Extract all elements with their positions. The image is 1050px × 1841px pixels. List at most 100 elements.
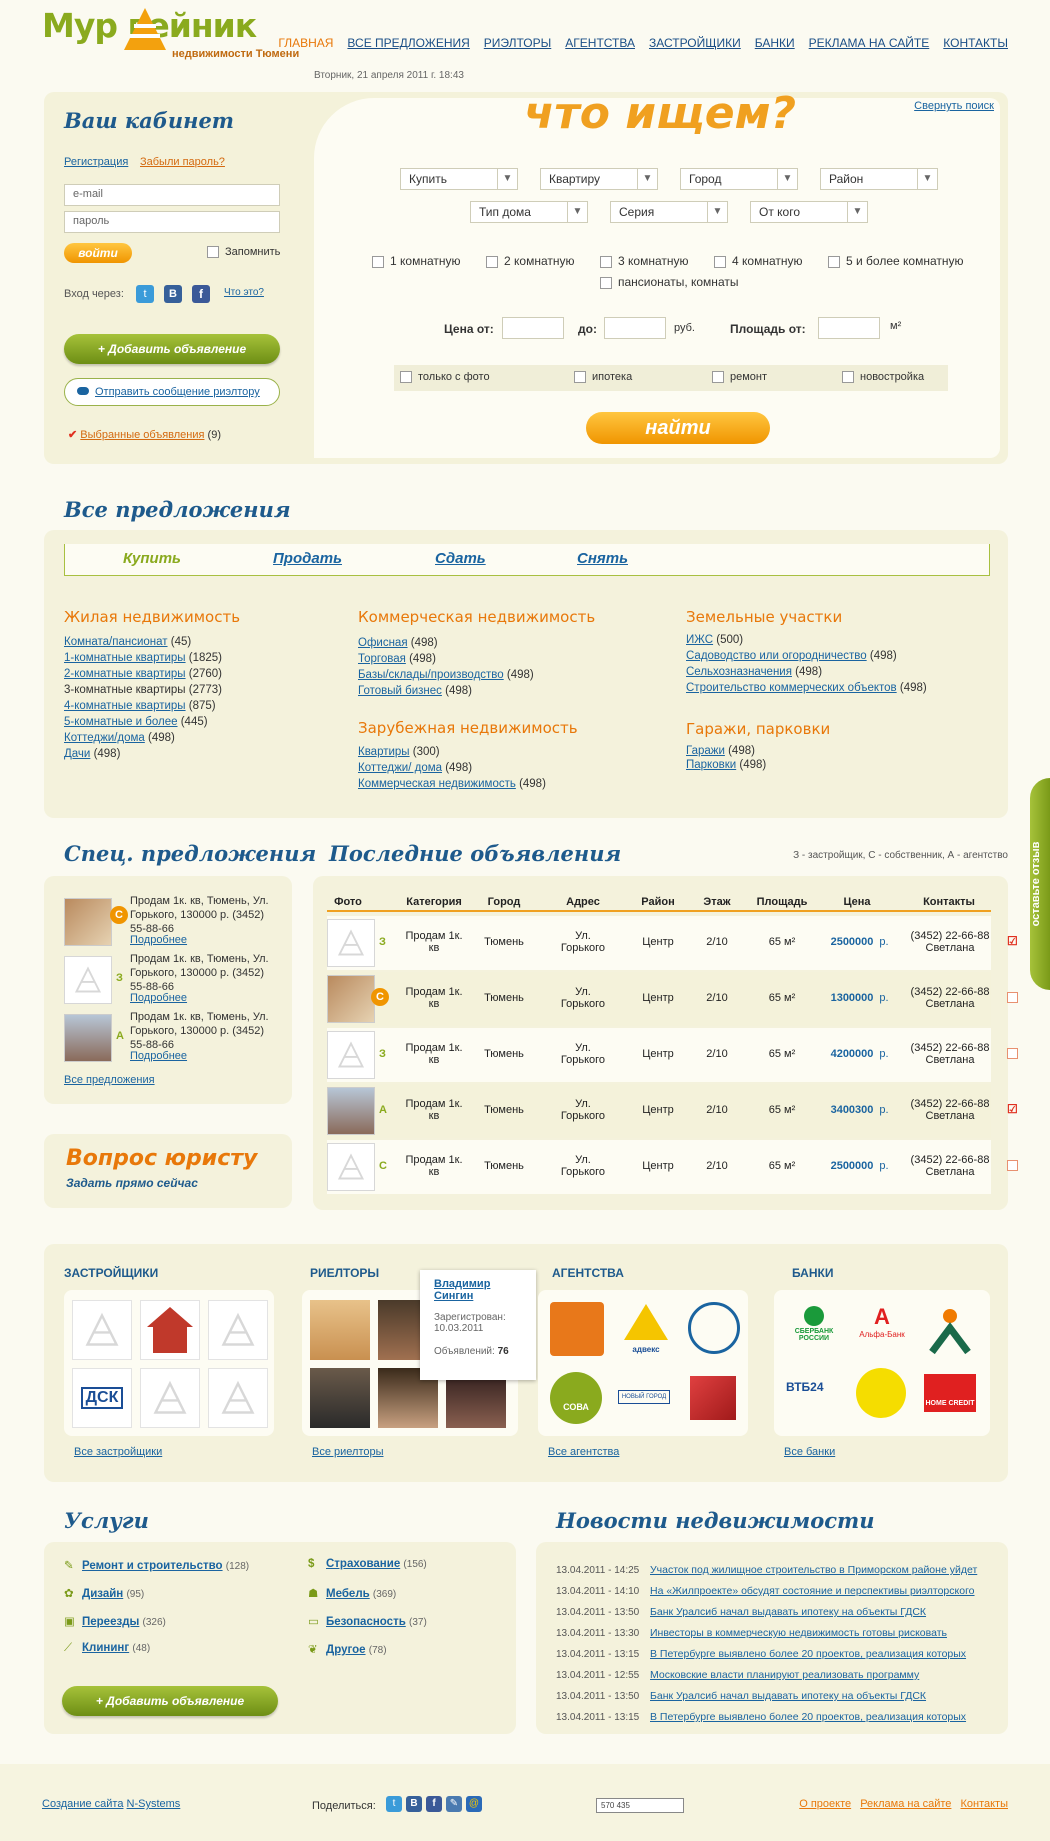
special-item-more[interactable]: Подробнее	[130, 1050, 187, 1062]
vkontakte-icon[interactable]: B	[164, 285, 182, 303]
tab-sell[interactable]: Продать	[273, 550, 342, 567]
listing-photo[interactable]	[64, 898, 112, 946]
service-link[interactable]: Мебель	[326, 1588, 370, 1600]
footer-contacts-link[interactable]: Контакты	[960, 1798, 1008, 1810]
flag-mortgage[interactable]: ипотека	[574, 371, 632, 384]
tab-rent-out[interactable]: Сдать	[435, 550, 486, 567]
service-link[interactable]: Переезды	[82, 1616, 139, 1628]
list-item-link[interactable]: Дачи	[64, 748, 90, 760]
area-from-input[interactable]	[818, 317, 880, 339]
share-twitter-icon[interactable]: t	[386, 1796, 402, 1812]
share-mail-icon[interactable]: @	[466, 1796, 482, 1812]
special-item-more[interactable]: Подробнее	[130, 934, 187, 946]
service-link[interactable]: Страхование	[326, 1558, 400, 1570]
bank-logo-alfa[interactable]: А Альфа-Банк	[854, 1304, 910, 1354]
table-row[interactable]: З Продам 1к. кв Тюмень Ул. Горького Цент…	[327, 1028, 1018, 1082]
flag-mortgage-checkbox[interactable]	[574, 371, 586, 384]
list-item-link[interactable]: 1-комнатные квартиры	[64, 652, 186, 664]
price-from-input[interactable]	[502, 317, 564, 339]
row-checkbox[interactable]	[1007, 1160, 1018, 1171]
rooms-2-checkbox[interactable]	[486, 255, 498, 268]
news-link[interactable]: На «Жилпроекте» обсудят состояние и перс…	[650, 1585, 975, 1597]
agency-logo[interactable]: адвекс	[622, 1302, 670, 1356]
flag-photo[interactable]: только с фото	[400, 371, 490, 384]
list-item-link[interactable]: Коммерческая недвижимость	[358, 778, 516, 790]
share-facebook-icon[interactable]: f	[426, 1796, 442, 1812]
price-to-input[interactable]	[604, 317, 666, 339]
rooms-pensions-checkbox[interactable]	[600, 276, 612, 289]
agency-logo[interactable]	[690, 1376, 736, 1420]
all-special-link[interactable]: Все предложения	[64, 1074, 155, 1086]
flag-new-building[interactable]: новостройка	[842, 371, 924, 384]
news-link[interactable]: В Петербурге выявлено более 20 проектов,…	[650, 1711, 966, 1723]
news-link[interactable]: Московские власти планируют реализовать …	[650, 1669, 919, 1681]
news-link[interactable]: Инвесторы в коммерческую недвижимость го…	[650, 1627, 947, 1639]
password-input[interactable]: пароль	[64, 211, 280, 233]
special-item-more[interactable]: Подробнее	[130, 992, 187, 1004]
bank-logo-sberbank[interactable]: СБЕРБАНК РОССИИ	[786, 1304, 842, 1354]
add-listing-button[interactable]: + Добавить объявление	[62, 1686, 278, 1716]
login-button[interactable]: войти	[64, 243, 132, 263]
list-item-link[interactable]: Офисная	[358, 637, 408, 649]
nav-all-offers[interactable]: ВСЕ ПРЕДЛОЖЕНИЯ	[347, 36, 469, 50]
listing-placeholder-icon[interactable]	[327, 1031, 375, 1079]
developer-placeholder-icon[interactable]	[72, 1300, 132, 1360]
collapse-search-link[interactable]: Свернуть поиск	[914, 100, 994, 112]
realtor-avatar[interactable]	[310, 1300, 370, 1360]
agency-logo[interactable]	[688, 1302, 740, 1354]
list-item-link[interactable]: Торговая	[358, 653, 406, 665]
select-city[interactable]: Город ▼	[680, 168, 798, 190]
bank-logo-home-credit[interactable]: HOME CREDIT	[924, 1374, 976, 1412]
footer-advertising-link[interactable]: Реклама на сайте	[860, 1798, 951, 1810]
find-button[interactable]: найти	[586, 412, 770, 444]
list-item-link[interactable]: 2-комнатные квартиры	[64, 668, 186, 680]
list-item-link[interactable]: 5-комнатные и более	[64, 716, 178, 728]
realtor-popup-name[interactable]: Владимир Сингин	[434, 1278, 504, 1302]
twitter-icon[interactable]: t	[136, 285, 154, 303]
listing-placeholder-icon[interactable]	[327, 1143, 375, 1191]
listing-photo[interactable]	[327, 975, 375, 1023]
all-agencies-link[interactable]: Все агентства	[548, 1446, 619, 1458]
facebook-icon[interactable]: f	[192, 285, 210, 303]
list-item-link[interactable]: ИЖС	[686, 634, 713, 646]
row-checkbox-checked[interactable]: ☑	[1007, 1102, 1018, 1116]
news-link[interactable]: Банк Уралсиб начал выдавать ипотеку на о…	[650, 1606, 926, 1618]
forgot-password-link[interactable]: Забыли пароль?	[140, 156, 225, 168]
rooms-2[interactable]: 2 комнатную	[486, 254, 574, 268]
row-checkbox[interactable]	[1007, 1048, 1018, 1059]
list-item-link[interactable]: Сельхозназначения	[686, 666, 792, 678]
bank-logo[interactable]	[856, 1368, 906, 1418]
n-systems-link[interactable]: N-Systems	[127, 1798, 181, 1810]
select-type[interactable]: Квартиру ▼	[540, 168, 658, 190]
rooms-4[interactable]: 4 комнатную	[714, 254, 802, 268]
flag-renovation[interactable]: ремонт	[712, 371, 767, 384]
list-item-link[interactable]: Комната/пансионат	[64, 636, 168, 648]
list-item-link[interactable]: 4-комнатные квартиры	[64, 700, 186, 712]
agency-logo[interactable]	[550, 1302, 604, 1356]
rooms-4-checkbox[interactable]	[714, 255, 726, 268]
remember-checkbox[interactable]	[207, 246, 219, 259]
list-item-link[interactable]: Готовый бизнес	[358, 685, 442, 697]
send-message-button[interactable]: Отправить сообщение риэлтору	[64, 378, 280, 406]
lawyer-banner[interactable]: Вопрос юристу Задать прямо сейчас	[44, 1134, 292, 1208]
nav-banks[interactable]: БАНКИ	[755, 36, 795, 50]
all-realtors-link[interactable]: Все риелторы	[312, 1446, 384, 1458]
bank-logo[interactable]	[924, 1304, 976, 1356]
realtor-avatar[interactable]	[310, 1368, 370, 1428]
rooms-3-checkbox[interactable]	[600, 255, 612, 268]
rooms-5plus[interactable]: 5 и более комнатную	[828, 254, 963, 268]
select-action[interactable]: Купить ▼	[400, 168, 518, 190]
table-row[interactable]: А Продам 1к. кв Тюмень Ул. Горького Цент…	[327, 1084, 1018, 1138]
table-row[interactable]: С Продам 1к. кв Тюмень Ул. Горького Цент…	[327, 1140, 1018, 1194]
email-input[interactable]: e-mail	[64, 184, 280, 206]
site-logo[interactable]: Мур вейник недвижимости Тюмени	[42, 6, 302, 70]
developer-placeholder-icon[interactable]	[208, 1300, 268, 1360]
list-item-link[interactable]: Гаражи	[686, 745, 725, 757]
listing-photo[interactable]	[327, 1087, 375, 1135]
service-link[interactable]: Клининг	[82, 1642, 129, 1654]
listing-photo[interactable]	[64, 1014, 112, 1062]
developer-placeholder-icon[interactable]	[208, 1368, 268, 1428]
developer-logo[interactable]	[140, 1300, 200, 1360]
service-link[interactable]: Безопасность	[326, 1616, 406, 1628]
row-checkbox[interactable]	[1007, 992, 1018, 1003]
